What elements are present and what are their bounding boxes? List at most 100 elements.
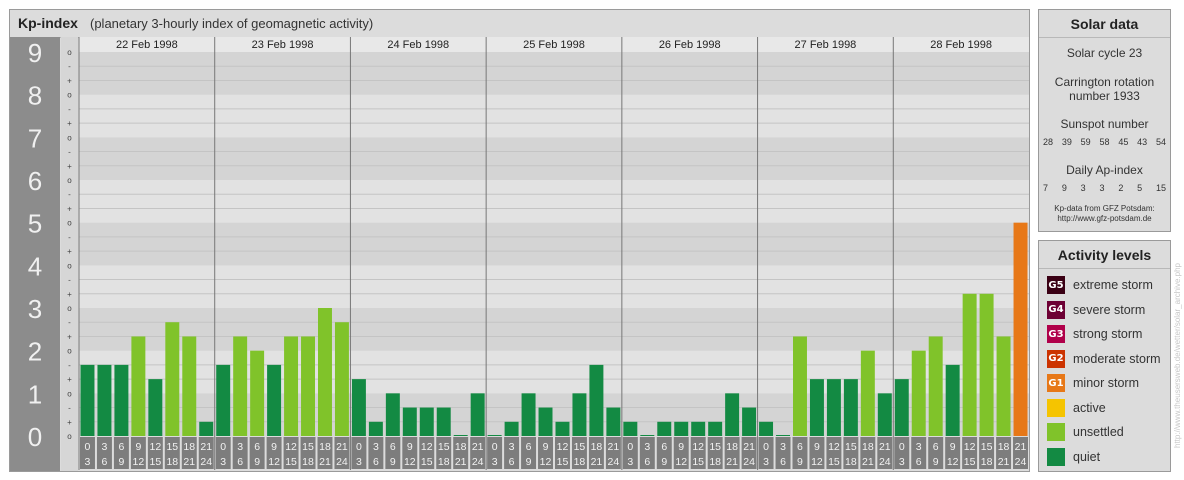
activity-label: quiet xyxy=(1073,449,1101,464)
y-minor-tick: + xyxy=(67,162,72,171)
activity-swatch: G1 xyxy=(1047,374,1065,392)
interval-start-label: 12 xyxy=(828,441,840,453)
activity-label: extreme storm xyxy=(1073,278,1153,292)
interval-end-label: 21 xyxy=(319,456,331,468)
interval-end-label: 6 xyxy=(237,456,243,468)
sunspot-value: 45 xyxy=(1118,137,1129,147)
y-minor-tick: + xyxy=(67,204,72,213)
y-tick-label: 3 xyxy=(28,294,42,324)
day-label: 23 Feb 1998 xyxy=(252,39,314,51)
interval-start-label: 15 xyxy=(166,441,178,453)
interval-start-label: 12 xyxy=(964,441,976,453)
activity-item: quiet xyxy=(1047,447,1100,467)
interval-start-label: 12 xyxy=(692,441,704,453)
interval-end-label: 3 xyxy=(627,456,633,468)
interval-start-label: 18 xyxy=(455,441,467,453)
sunspot-value: 28 xyxy=(1043,137,1054,147)
ap-value: 5 xyxy=(1137,183,1143,193)
kp-bar xyxy=(640,435,655,436)
interval-end-label: 21 xyxy=(455,456,467,468)
source-link[interactable]: http://www.gfz-potsdam.de xyxy=(1039,214,1170,224)
kp-bar xyxy=(368,421,383,436)
interval-end-label: 6 xyxy=(780,456,786,468)
activity-item: G5 extreme storm xyxy=(1047,275,1153,295)
kp-bar xyxy=(962,293,977,436)
kp-bar xyxy=(894,379,909,436)
kp-bar xyxy=(928,336,943,436)
kp-bar xyxy=(351,379,366,436)
interval-end-label: 18 xyxy=(302,456,314,468)
ap-value: 15 xyxy=(1155,183,1166,193)
interval-end-label: 12 xyxy=(268,456,280,468)
interval-start-label: 21 xyxy=(336,441,348,453)
solar-cycle: Solar cycle 23 xyxy=(1066,46,1143,60)
carrington-line-2: number 1933 xyxy=(1069,89,1140,103)
interval-start-label: 18 xyxy=(319,441,331,453)
kp-bar xyxy=(182,336,197,436)
kp-bar xyxy=(318,308,332,436)
interval-start-label: 15 xyxy=(574,441,586,453)
kp-bar xyxy=(216,364,231,436)
sunspot-value: 54 xyxy=(1155,137,1166,147)
interval-start-label: 0 xyxy=(85,441,91,453)
kp-bar xyxy=(233,336,248,436)
interval-end-label: 12 xyxy=(404,456,416,468)
ap-value: 3 xyxy=(1080,183,1086,193)
interval-end-label: 9 xyxy=(797,456,803,468)
kp-bar xyxy=(725,393,740,436)
interval-end-label: 24 xyxy=(472,456,484,468)
interval-start-label: 21 xyxy=(1015,441,1027,453)
kp-bar xyxy=(708,421,723,436)
interval-start-label: 3 xyxy=(916,441,922,453)
kp-bar xyxy=(334,322,349,436)
y-minor-tick: - xyxy=(68,62,71,71)
plot-band xyxy=(79,52,1029,95)
kp-bar xyxy=(996,336,1011,436)
sunspot-value: 39 xyxy=(1061,137,1072,147)
interval-end-label: 21 xyxy=(862,456,874,468)
interval-start-label: 0 xyxy=(627,441,633,453)
interval-end-label: 21 xyxy=(998,456,1010,468)
interval-end-label: 24 xyxy=(608,456,620,468)
y-minor-tick: o xyxy=(67,48,72,57)
activity-swatch: G5 xyxy=(1047,276,1065,294)
interval-end-label: 3 xyxy=(492,456,498,468)
kp-bar xyxy=(521,393,536,436)
kp-bar xyxy=(385,393,400,436)
y-tick-label: 0 xyxy=(28,422,42,452)
y-minor-tick: o xyxy=(67,389,72,398)
kp-bar xyxy=(572,393,587,436)
interval-start-label: 6 xyxy=(526,441,532,453)
interval-start-label: 21 xyxy=(472,441,484,453)
y-minor-tick: o xyxy=(67,91,72,100)
interval-end-label: 9 xyxy=(526,456,532,468)
interval-start-label: 3 xyxy=(644,441,650,453)
sunspot-value: 43 xyxy=(1137,137,1148,147)
kp-bar xyxy=(555,421,570,436)
y-minor-tick: o xyxy=(67,432,72,441)
interval-start-label: 3 xyxy=(237,441,243,453)
ap-value: 2 xyxy=(1118,183,1124,193)
y-minor-tick: - xyxy=(68,276,71,285)
y-tick-label: 6 xyxy=(28,166,42,196)
y-minor-tick: + xyxy=(67,247,72,256)
interval-end-label: 18 xyxy=(574,456,586,468)
activity-label: strong storm xyxy=(1073,327,1143,341)
interval-end-label: 18 xyxy=(166,456,178,468)
interval-end-label: 24 xyxy=(336,456,348,468)
plot-band xyxy=(79,137,1029,180)
ap-values: 7 9 3 3 2 5 15 xyxy=(1043,183,1166,193)
y-minor-tick: o xyxy=(67,347,72,356)
interval-start-label: 21 xyxy=(879,441,891,453)
y-tick-label: 8 xyxy=(28,81,42,111)
interval-start-label: 18 xyxy=(862,441,874,453)
activity-swatch xyxy=(1047,423,1065,441)
interval-end-label: 3 xyxy=(220,456,226,468)
kp-bar xyxy=(759,421,774,436)
activity-label: moderate storm xyxy=(1073,351,1161,366)
day-label: 24 Feb 1998 xyxy=(387,39,449,51)
interval-end-label: 15 xyxy=(421,456,433,468)
ap-value: 7 xyxy=(1043,183,1049,193)
interval-start-label: 6 xyxy=(797,441,803,453)
y-minor-tick: o xyxy=(67,176,72,185)
